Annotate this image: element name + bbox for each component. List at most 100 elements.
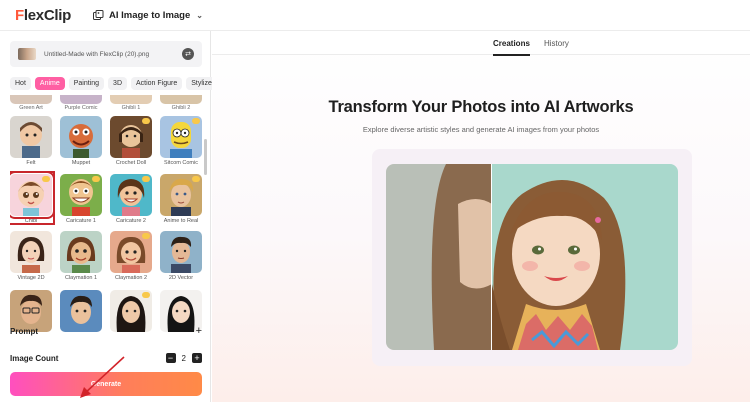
- category-tab-anime[interactable]: Anime: [34, 77, 65, 90]
- style-label: Claymation 2: [114, 275, 148, 281]
- comparison-divider[interactable]: [491, 164, 492, 350]
- category-tab-hot[interactable]: Hot: [10, 77, 31, 90]
- style-thumbnail: [160, 231, 202, 273]
- style-row: Chibi Caricature 1 Caricature 2 Anime to…: [10, 171, 202, 230]
- style-label: Ghibli 1: [121, 105, 141, 111]
- style-item-caricature-1[interactable]: Caricature 1: [60, 174, 102, 224]
- style-thumbnail: [10, 95, 52, 104]
- style-thumbnail: [110, 95, 152, 104]
- page-title: Transform Your Photos into AI Artworks: [328, 98, 634, 116]
- style-thumbnail: [110, 231, 152, 273]
- style-item-felt[interactable]: Felt: [10, 116, 52, 166]
- style-label: Crochet Doll: [115, 160, 147, 166]
- annotation-arrow-icon: [80, 356, 125, 398]
- style-label: Caricature 2: [116, 218, 146, 224]
- style-item-muppet[interactable]: Muppet: [60, 116, 102, 166]
- style-item[interactable]: Ghibli 2: [160, 95, 202, 111]
- style-label: Purple Comic: [64, 105, 98, 111]
- style-item[interactable]: Ghibli 1: [110, 95, 152, 111]
- premium-crown-icon: [142, 233, 150, 239]
- style-item-crochet-doll[interactable]: Crochet Doll: [110, 116, 152, 166]
- style-label: Anime to Real: [163, 218, 199, 224]
- style-item-vintage-2d[interactable]: Vintage 2D: [10, 231, 52, 281]
- top-bar: FlexClip AI Image to Image ⌄: [0, 0, 750, 31]
- image-count-stepper: − 2 +: [165, 353, 202, 363]
- replace-image-button[interactable]: ⇄: [182, 48, 194, 60]
- premium-crown-icon: [142, 118, 150, 124]
- style-row: Felt Muppet Crochet Doll Sitcom Comic: [10, 116, 202, 172]
- image-stack-icon: [92, 10, 104, 20]
- style-thumbnail: [110, 174, 152, 216]
- style-thumbnail: [60, 174, 102, 216]
- category-tabs: Hot Anime Painting 3D Action Figure Styl…: [10, 76, 226, 91]
- logo-letter: F: [15, 6, 24, 24]
- style-row: [10, 290, 202, 346]
- premium-crown-icon: [192, 176, 200, 182]
- style-item[interactable]: Purple Comic: [60, 95, 102, 111]
- style-grid: Green Art Purple Comic Ghibli 1 Ghibli 2: [10, 95, 202, 347]
- style-item-anime-to-real[interactable]: Anime to Real: [160, 174, 202, 224]
- style-label: Caricature 1: [66, 218, 96, 224]
- prompt-section[interactable]: Prompt +: [10, 325, 202, 337]
- sidebar: Untitled-Made with FlexClip (20).png ⇄ H…: [0, 31, 226, 402]
- style-label: Felt: [26, 160, 36, 166]
- style-label: Claymation 1: [64, 275, 98, 281]
- tab-creations[interactable]: Creations: [493, 31, 530, 56]
- category-tab-action-figure[interactable]: Action Figure: [131, 77, 183, 90]
- style-thumbnail: [110, 116, 152, 158]
- style-label: Ghibli 2: [171, 105, 191, 111]
- premium-crown-icon: [142, 292, 150, 298]
- mode-label: AI Image to Image: [108, 9, 191, 21]
- swap-icon: ⇄: [185, 51, 191, 58]
- style-item-2d-vector[interactable]: 2D Vector: [160, 231, 202, 281]
- style-thumbnail: [160, 95, 202, 104]
- mode-selector[interactable]: AI Image to Image ⌄: [92, 9, 203, 21]
- style-label: Sitcom Comic: [164, 160, 198, 166]
- style-item-chibi[interactable]: Chibi: [10, 171, 55, 225]
- style-thumbnail: [60, 231, 102, 273]
- style-label: Vintage 2D: [17, 275, 45, 281]
- tab-history[interactable]: History: [544, 31, 569, 55]
- main-tabs: Creations History: [212, 31, 750, 56]
- comparison-illustration: [386, 164, 678, 350]
- selected-highlight: [10, 171, 55, 225]
- page-subtitle: Explore diverse artistic styles and gene…: [362, 125, 600, 134]
- style-item[interactable]: Green Art: [10, 95, 52, 111]
- plus-icon[interactable]: +: [196, 325, 202, 337]
- style-row: Vintage 2D Claymation 1 Claymation 2 2D …: [10, 231, 202, 287]
- style-label: Green Art: [19, 105, 43, 111]
- premium-crown-icon: [192, 118, 200, 124]
- style-thumbnail: [60, 116, 102, 158]
- flexclip-logo[interactable]: FlexClip: [15, 7, 71, 24]
- before-after-showcase: [372, 149, 692, 366]
- chevron-down-icon: ⌄: [196, 10, 203, 20]
- comparison-image[interactable]: [386, 164, 678, 350]
- increment-button[interactable]: +: [192, 353, 202, 363]
- uploaded-file[interactable]: Untitled-Made with FlexClip (20).png ⇄: [10, 41, 202, 67]
- style-thumbnail: [10, 116, 52, 158]
- category-tab-3d[interactable]: 3D: [108, 77, 127, 90]
- style-item-claymation-2[interactable]: Claymation 2: [110, 231, 152, 281]
- style-thumbnail: [160, 116, 202, 158]
- premium-crown-icon: [92, 176, 100, 182]
- main-panel: Creations History Transform Your Photos …: [212, 31, 750, 402]
- style-row-partial: Green Art Purple Comic Ghibli 1 Ghibli 2: [10, 95, 202, 113]
- style-thumbnail: [10, 231, 52, 273]
- style-thumbnail: [60, 95, 102, 104]
- decrement-button[interactable]: −: [165, 353, 176, 363]
- file-name: Untitled-Made with FlexClip (20).png: [44, 50, 150, 58]
- image-count-label: Image Count: [10, 353, 59, 363]
- logo-text: lexClip: [23, 6, 71, 24]
- prompt-label: Prompt: [10, 326, 38, 336]
- style-thumbnail: [160, 174, 202, 216]
- style-item-caricature-2[interactable]: Caricature 2: [110, 174, 152, 224]
- premium-crown-icon: [142, 176, 150, 182]
- style-label: 2D Vector: [168, 275, 194, 281]
- image-count-value: 2: [181, 353, 186, 363]
- style-label: Muppet: [71, 160, 91, 166]
- style-grid-scrollbar[interactable]: [204, 139, 207, 175]
- category-tab-painting[interactable]: Painting: [68, 77, 105, 90]
- style-item-sitcom-comic[interactable]: Sitcom Comic: [160, 116, 202, 166]
- style-item-claymation-1[interactable]: Claymation 1: [60, 231, 102, 281]
- file-thumbnail: [18, 48, 36, 60]
